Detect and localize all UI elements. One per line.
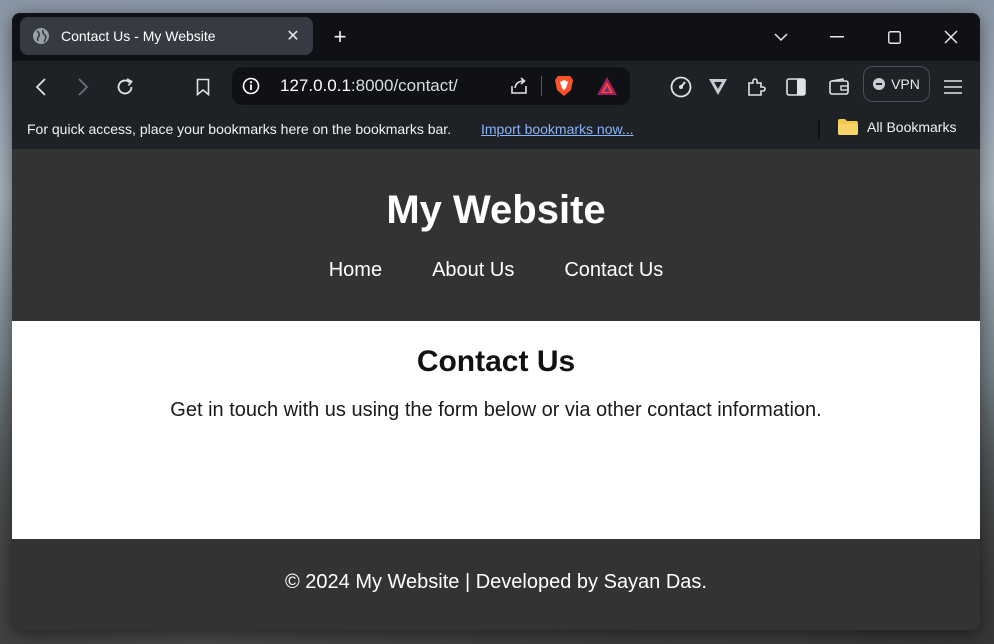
menu-hamburger-icon[interactable]	[940, 74, 966, 100]
vpn-status-icon	[873, 78, 886, 90]
url-divider	[541, 76, 542, 96]
brave-rewards-icon[interactable]	[596, 76, 618, 96]
site-header: My Website Home About Us Contact Us	[12, 149, 980, 321]
page-intro: Get in touch with us using the form belo…	[170, 399, 822, 421]
share-icon[interactable]	[509, 76, 529, 96]
tab-close-icon[interactable]: ✕	[285, 26, 301, 46]
site-info-icon[interactable]	[242, 77, 260, 95]
all-bookmarks-label: All Bookmarks	[867, 119, 957, 135]
tab-search-chevron-icon[interactable]	[767, 23, 795, 51]
tab-title: Contact Us - My Website	[61, 28, 216, 44]
all-bookmarks-button[interactable]: All Bookmarks	[838, 119, 956, 135]
tab-strip: Contact Us - My Website ✕ +	[12, 13, 980, 61]
import-bookmarks-link[interactable]: Import bookmarks now...	[481, 121, 634, 137]
footer-text: © 2024 My Website | Developed by Sayan D…	[284, 571, 707, 593]
new-tab-button[interactable]: +	[328, 25, 352, 49]
address-bar[interactable]: 127.0.0.1:8000/contact/	[232, 67, 630, 105]
nav-contact-link[interactable]: Contact Us	[564, 259, 663, 282]
bookmark-icon[interactable]	[190, 74, 216, 100]
vpn-button[interactable]: VPN	[863, 66, 930, 102]
main-content: Contact Us Get in touch with us using th…	[12, 321, 980, 539]
site-footer: © 2024 My Website | Developed by Sayan D…	[12, 539, 980, 627]
forward-icon[interactable]	[70, 74, 96, 100]
url-text[interactable]: 127.0.0.1:8000/contact/	[280, 76, 458, 96]
browser-window: Contact Us - My Website ✕ + 127.0.0.1:80…	[12, 13, 980, 630]
nav-about-link[interactable]: About Us	[432, 259, 514, 282]
bookmarks-hint: For quick access, place your bookmarks h…	[27, 121, 452, 137]
vpn-label: VPN	[891, 76, 920, 92]
sidebar-toggle-icon[interactable]	[783, 74, 809, 100]
nav-home-link[interactable]: Home	[329, 259, 382, 282]
extensions-icon[interactable]	[743, 74, 769, 100]
globe-icon	[33, 28, 49, 44]
speedreader-gauge-icon[interactable]	[668, 74, 694, 100]
bookmarks-divider	[818, 119, 820, 139]
browser-toolbar: 127.0.0.1:8000/contact/ VPN	[12, 61, 980, 112]
site-nav: Home About Us Contact Us	[12, 259, 980, 282]
back-icon[interactable]	[28, 74, 54, 100]
leo-triangle-icon[interactable]	[705, 74, 731, 100]
tab-contact-us[interactable]: Contact Us - My Website ✕	[20, 17, 313, 55]
reload-icon[interactable]	[112, 74, 138, 100]
folder-icon	[838, 119, 858, 135]
minimize-icon[interactable]	[823, 23, 851, 51]
wallet-icon[interactable]	[826, 74, 852, 100]
page-heading: Contact Us	[416, 345, 576, 378]
maximize-icon[interactable]	[880, 23, 908, 51]
brave-shields-icon[interactable]	[554, 75, 574, 97]
bookmarks-bar: For quick access, place your bookmarks h…	[12, 112, 980, 149]
close-window-icon[interactable]	[937, 23, 965, 51]
site-title: My Website	[386, 188, 606, 232]
